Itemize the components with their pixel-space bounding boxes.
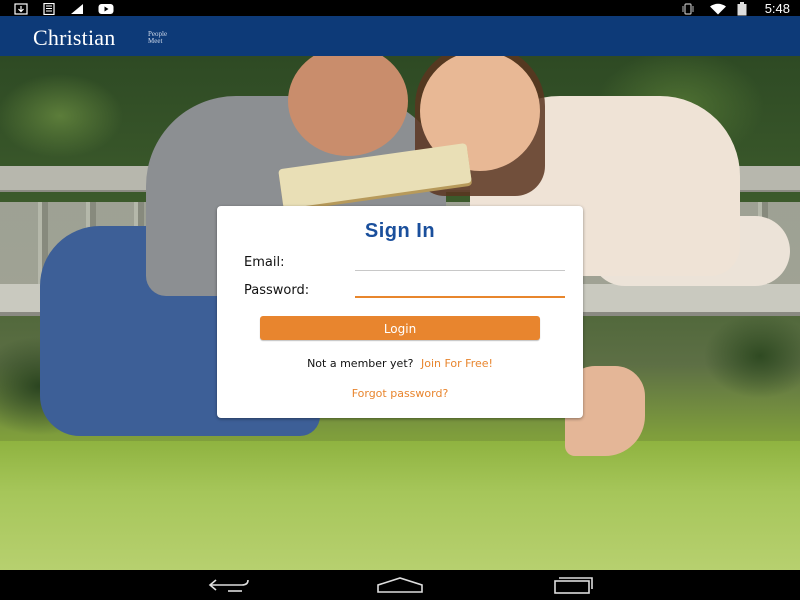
signin-card: Sign In Email: Password: Login Not a mem… bbox=[217, 206, 583, 418]
wifi-icon bbox=[709, 2, 726, 15]
password-label: Password: bbox=[244, 283, 310, 298]
logo-tagline: People Meet bbox=[148, 30, 168, 45]
status-bar: 5:48 bbox=[0, 0, 800, 16]
logo: Christian bbox=[33, 25, 116, 50]
signin-title: Sign In bbox=[364, 220, 436, 242]
vibrate-icon bbox=[681, 2, 695, 15]
download-icon bbox=[14, 2, 28, 15]
login-button[interactable]: Login bbox=[260, 316, 540, 340]
battery-icon bbox=[737, 2, 751, 16]
status-bar-notifications bbox=[14, 2, 114, 16]
status-bar-system: 5:48 bbox=[681, 0, 790, 16]
recent-apps-icon[interactable] bbox=[547, 575, 595, 595]
password-field[interactable] bbox=[355, 276, 565, 298]
navigation-bar bbox=[0, 570, 800, 600]
home-icon[interactable] bbox=[376, 575, 424, 595]
member-prompt-text: Not a member yet? bbox=[307, 357, 414, 370]
youtube-icon bbox=[98, 2, 114, 14]
signal-boost-icon bbox=[70, 2, 84, 14]
email-label: Email: bbox=[244, 255, 285, 270]
app-bar: Christian People Meet bbox=[0, 16, 800, 56]
join-link[interactable]: Join For Free! bbox=[421, 357, 493, 370]
sim-card-icon bbox=[42, 2, 56, 16]
clock: 5:48 bbox=[764, 0, 790, 16]
email-field[interactable] bbox=[355, 250, 565, 271]
lawn bbox=[0, 441, 800, 570]
back-icon[interactable] bbox=[206, 575, 254, 595]
forgot-password-link[interactable]: Forgot password? bbox=[217, 387, 583, 400]
member-prompt-line: Not a member yet? Join For Free! bbox=[217, 357, 583, 370]
